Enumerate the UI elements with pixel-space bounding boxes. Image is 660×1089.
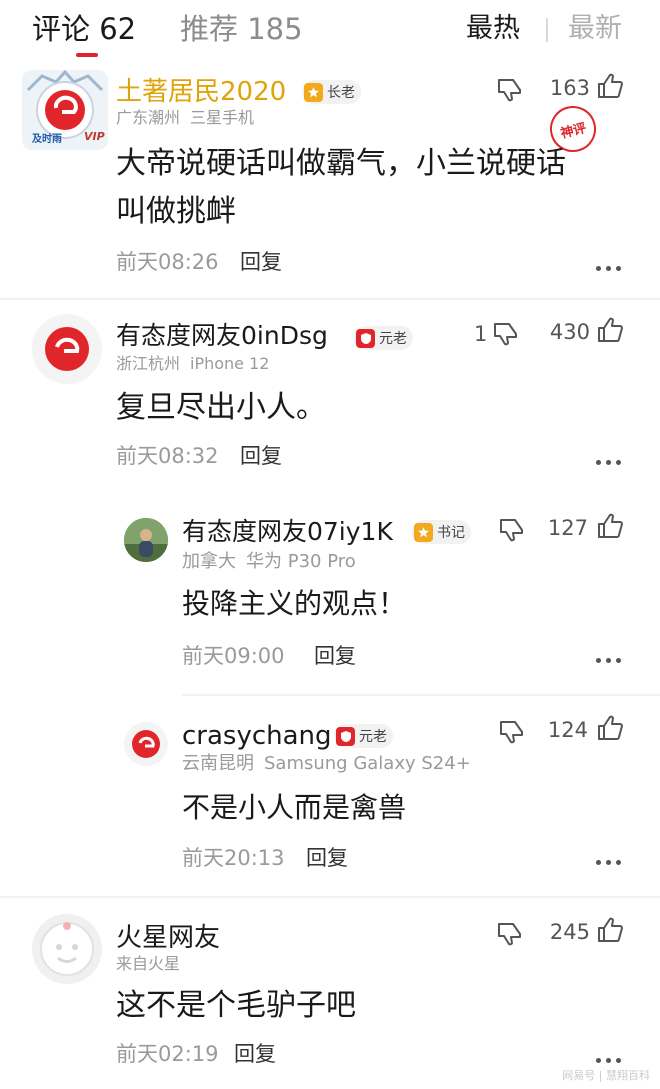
- user-device: Samsung Galaxy S24+: [264, 753, 471, 774]
- user-location: 云南昆明: [182, 753, 254, 774]
- more-options-icon[interactable]: [596, 858, 622, 866]
- avatar-with-frame[interactable]: 及时雨 VIP: [22, 70, 108, 150]
- dislike-icon[interactable]: [492, 320, 520, 348]
- user-meta: 浙江杭州 iPhone 12: [116, 354, 279, 374]
- username[interactable]: 有态度网友07iy1K: [182, 516, 393, 548]
- comment-text-continued: 叫做挑衅: [116, 194, 236, 229]
- user-location: 广东潮州: [116, 108, 181, 127]
- comment-time: 前天09:00: [182, 644, 285, 668]
- watermark: 网易号 | 慧翔百科: [562, 1069, 650, 1082]
- like-count: 127: [547, 516, 588, 540]
- reply-button[interactable]: 回复: [240, 248, 282, 276]
- like-count: 245: [549, 920, 590, 944]
- reply-item: 有态度网友07iy1K 书记 加拿大 华为 P30 Pro 127 投降主义的观点…: [0, 500, 660, 690]
- username[interactable]: crasychang: [182, 720, 332, 752]
- gold-star-badge-icon: [304, 82, 323, 102]
- badge-label: 书记: [437, 525, 465, 541]
- comment-item: 火星网友 来自火星 245 这不是个毛驴子吧 前天02:19 回复: [0, 900, 660, 1089]
- more-options-icon[interactable]: [596, 458, 622, 466]
- more-options-icon[interactable]: [596, 656, 622, 664]
- user-location: 来自火星: [116, 954, 181, 973]
- comment-header: 评论 62 推荐 185 最热 最新: [0, 0, 660, 62]
- photo-avatar-icon: [124, 518, 168, 562]
- like-icon[interactable]: [596, 316, 624, 344]
- dislike-icon[interactable]: [496, 76, 524, 104]
- like-count: 124: [547, 718, 588, 742]
- comment-item: 有态度网友0inDsg 元老 浙江杭州 iPhone 12 1 430 复旦尽出小…: [0, 300, 660, 490]
- comment-text: 这不是个毛驴子吧: [116, 988, 356, 1023]
- badge-label: 长老: [327, 85, 355, 101]
- sort-hot-button[interactable]: 最热: [466, 10, 520, 48]
- user-device: 三星手机: [190, 108, 255, 127]
- comment-text: 不是小人而是禽兽: [182, 791, 407, 824]
- dislike-count: 1: [474, 322, 488, 346]
- reply-button[interactable]: 回复: [234, 1040, 276, 1068]
- user-badge: 元老: [354, 326, 413, 350]
- sort-new-button[interactable]: 最新: [568, 10, 622, 48]
- avatar[interactable]: [124, 518, 168, 562]
- like-icon[interactable]: [596, 72, 624, 100]
- user-meta: 广东潮州 三星手机: [116, 108, 264, 128]
- like-icon[interactable]: [596, 714, 624, 742]
- avatar-tag: 及时雨: [32, 134, 62, 145]
- comment-text: 大帝说硬话叫做霸气，小兰说硬话: [116, 146, 566, 181]
- username[interactable]: 有态度网友0inDsg: [116, 320, 328, 352]
- more-options-icon[interactable]: [596, 1056, 622, 1064]
- dislike-icon[interactable]: [496, 920, 524, 948]
- comment-text: 投降主义的观点！: [182, 587, 407, 620]
- user-meta: 加拿大 华为 P30 Pro: [182, 552, 366, 572]
- username[interactable]: 土著居民2020: [116, 76, 286, 108]
- reply-button[interactable]: 回复: [314, 642, 356, 670]
- like-icon[interactable]: [596, 916, 624, 944]
- comment-item: 及时雨 VIP 土著居民2020 长老 广东潮州 三星手机 163 神评 大帝说硬…: [0, 62, 660, 298]
- red-shield-badge-icon: [336, 726, 355, 746]
- active-tab-indicator: [76, 53, 98, 57]
- user-device: iPhone 12: [190, 354, 270, 373]
- dislike-icon[interactable]: [498, 516, 526, 544]
- like-icon[interactable]: [596, 512, 624, 540]
- default-avatar-icon: [132, 730, 160, 758]
- tab-comments[interactable]: 评论 62: [32, 10, 136, 48]
- gold-star-badge-icon: [414, 522, 433, 542]
- reply-button[interactable]: 回复: [306, 844, 348, 872]
- avatar[interactable]: [124, 722, 168, 766]
- username[interactable]: 火星网友: [116, 922, 220, 954]
- avatar[interactable]: [32, 914, 102, 984]
- comment-time: 前天20:13: [182, 846, 285, 870]
- badge-label: 元老: [379, 331, 407, 347]
- red-shield-badge-icon: [356, 328, 375, 348]
- divider: [0, 896, 660, 898]
- user-device: 华为 P30 Pro: [246, 551, 356, 572]
- user-badge: 元老: [334, 724, 393, 748]
- dislike-icon[interactable]: [498, 718, 526, 746]
- like-count: 163: [549, 76, 590, 100]
- user-badge: 长老: [302, 80, 361, 104]
- reply-button[interactable]: 回复: [240, 442, 282, 470]
- default-avatar-icon: [45, 327, 89, 371]
- badge-label: 元老: [359, 729, 387, 745]
- user-location: 浙江杭州: [116, 354, 181, 373]
- comment-time: 前天08:32: [116, 444, 219, 468]
- user-meta: 云南昆明 Samsung Galaxy S24+: [182, 754, 481, 774]
- comment-text: 复旦尽出小人。: [116, 390, 326, 425]
- tab-recommend[interactable]: 推荐 185: [180, 10, 303, 48]
- like-count: 430: [549, 320, 590, 344]
- more-options-icon[interactable]: [596, 264, 622, 272]
- comment-time: 前天02:19: [116, 1042, 219, 1066]
- alien-avatar-icon: [40, 922, 94, 976]
- vip-label: VIP: [84, 130, 105, 143]
- divider: [182, 694, 660, 696]
- user-location: 加拿大: [182, 551, 236, 572]
- reply-item: crasychang 元老 云南昆明 Samsung Galaxy S24+ 12…: [0, 700, 660, 890]
- comment-time: 前天08:26: [116, 250, 219, 274]
- avatar[interactable]: [32, 314, 102, 384]
- user-meta: 来自火星: [116, 954, 190, 974]
- sort-divider: [546, 18, 548, 42]
- user-badge: 书记: [412, 520, 471, 544]
